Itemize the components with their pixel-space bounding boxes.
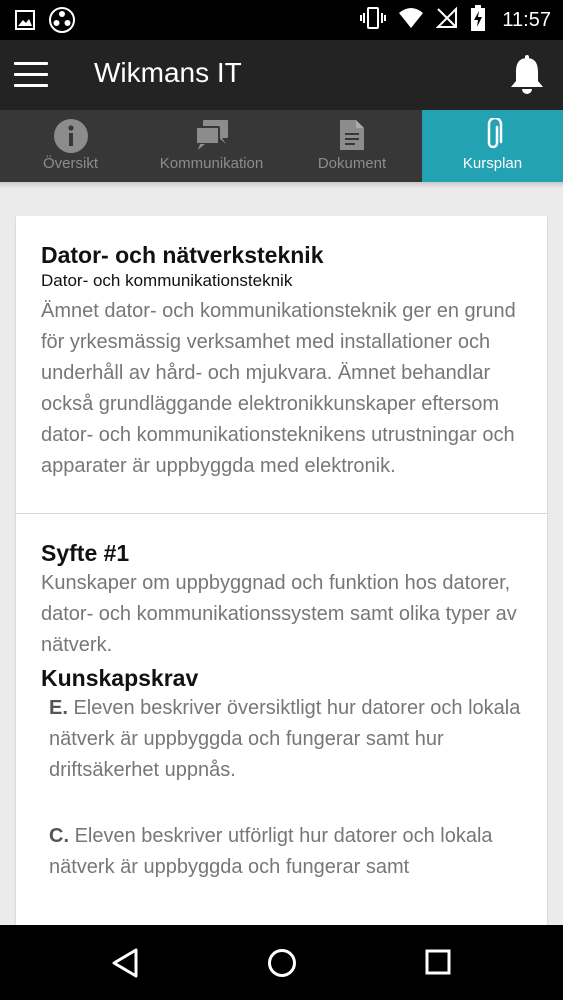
navigation-bar (0, 925, 563, 1000)
status-bar: 11:57 (0, 0, 563, 40)
battery-charging-icon (470, 4, 486, 36)
paperclip-icon (481, 116, 505, 157)
info-icon (53, 118, 89, 159)
krav-text: Eleven beskriver översiktligt hur datore… (49, 697, 521, 781)
tab-bar: Översikt Kommunikation Dokument Kursplan (0, 110, 563, 182)
krav-item-c: C. Eleven beskriver utförligt hur datore… (41, 821, 523, 883)
tab-kursplan[interactable]: Kursplan (422, 110, 563, 182)
tab-label: Kommunikation (159, 155, 264, 172)
course-subtitle: Dator- och kommunikationsteknik (41, 271, 293, 290)
krav-item-e: E. Eleven beskriver översiktligt hur dat… (41, 693, 523, 786)
tab-label: Översikt (42, 155, 98, 172)
course-section: Dator- och nätverksteknik Dator- och kom… (16, 216, 547, 482)
course-description: Ämnet dator- och kommunikationsteknik ge… (41, 300, 516, 477)
course-title: Dator- och nätverksteknik (41, 242, 324, 268)
bell-icon[interactable] (507, 54, 547, 96)
kunskapskrav-heading: Kunskapskrav (41, 665, 199, 691)
recents-icon[interactable] (424, 947, 452, 982)
syfte-heading: Syfte #1 (41, 540, 130, 566)
syfte-text: Kunskaper om uppbyggnad och funktion hos… (41, 572, 517, 656)
app-title: Wikmans IT (94, 57, 242, 88)
film-reel-icon (48, 6, 76, 39)
krav-grade: C. (49, 825, 69, 847)
syfte-section: Syfte #1 Kunskaper om uppbyggnad och fun… (16, 514, 547, 883)
chat-icon (194, 118, 230, 157)
krav-grade: E. (49, 697, 68, 719)
tab-label: Kursplan (462, 155, 523, 172)
tab-kommunikation[interactable]: Kommunikation (141, 110, 282, 182)
tab-label: Dokument (317, 155, 387, 172)
course-card: Dator- och nätverksteknik Dator- och kom… (16, 216, 547, 928)
tab-oversikt[interactable]: Översikt (0, 110, 141, 182)
vibrate-icon (360, 6, 387, 35)
document-icon (338, 118, 366, 157)
home-icon[interactable] (266, 947, 298, 984)
image-icon (14, 9, 36, 36)
tab-dokument[interactable]: Dokument (282, 110, 422, 182)
wifi-icon (398, 7, 424, 34)
no-sim-icon (436, 6, 458, 34)
tab-shadow (0, 182, 563, 188)
krav-text: Eleven beskriver utförligt hur datorer o… (49, 825, 493, 878)
hamburger-menu-icon[interactable] (14, 62, 48, 88)
app-bar: Wikmans IT (0, 40, 563, 110)
back-icon[interactable] (110, 947, 140, 984)
status-time: 11:57 (502, 8, 551, 31)
